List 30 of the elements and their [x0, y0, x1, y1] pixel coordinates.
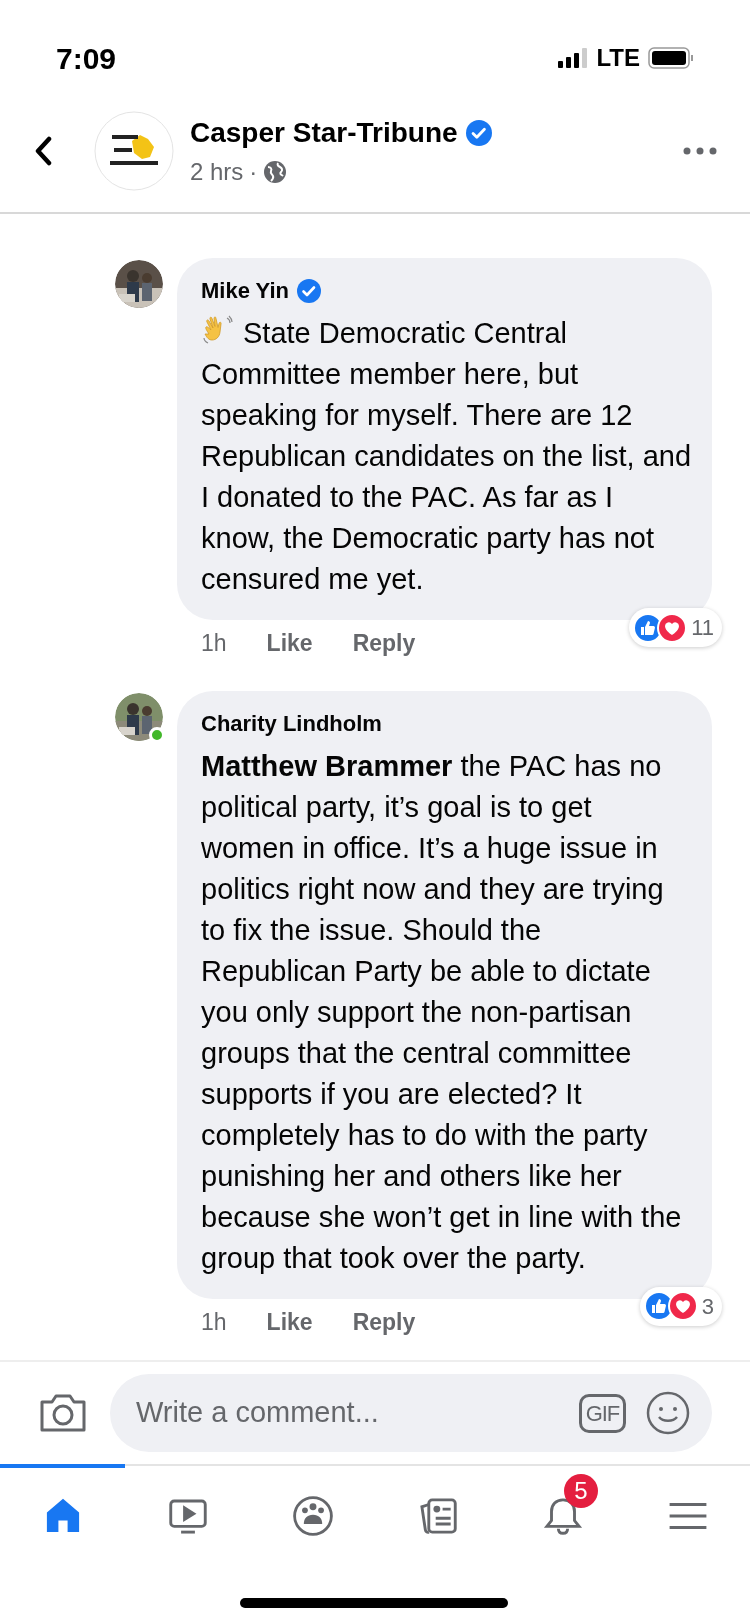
- comment-field[interactable]: Write a comment... GIF: [110, 1374, 712, 1452]
- nav-tab[interactable]: 5: [500, 1464, 625, 1564]
- comment-time: 1h: [201, 1307, 227, 1337]
- page-logo[interactable]: [94, 111, 174, 191]
- comment-text: State Democratic Central Committee member here, but speaking for myself. There are 12 Republican candidates on the list, and I donated to the PAC. As far as I know, the Democratic party has not censured me yet.: [201, 313, 692, 600]
- more-icon: [683, 147, 717, 155]
- separator-dot: ·: [249, 157, 258, 187]
- page-name[interactable]: Casper Star-Tribune: [190, 112, 458, 154]
- reaction-summary[interactable]: 11: [629, 608, 722, 647]
- globe-icon: [263, 160, 288, 184]
- notification-badge: 5: [564, 1474, 598, 1508]
- comment-author[interactable]: Charity Lindholm: [201, 706, 382, 740]
- gif-button[interactable]: GIF: [578, 1393, 626, 1433]
- reaction-summary[interactable]: 3: [639, 1286, 722, 1326]
- comment-time: 1h: [201, 629, 227, 658]
- post-time: 2 hrs: [190, 157, 244, 187]
- comment-text: Matthew Brammer the PAC has no political party, it’s goal is to get women in office. It’s a huge issue in politics right now and they are trying to fix the issue. Should the Republican Party be able to dictate you only support the non-partisan groups that the central committee supports if you are elected? It completely has to do with the party punishing her and others like her because she won’t get in line with the group that took over the party.: [201, 748, 683, 1276]
- battery-icon: [648, 47, 694, 69]
- like-link[interactable]: Like: [266, 626, 313, 661]
- like-link[interactable]: Like: [266, 1304, 313, 1339]
- emoji-icon[interactable]: [646, 1391, 690, 1435]
- camera-icon[interactable]: [38, 1392, 88, 1434]
- reply-link[interactable]: Reply: [352, 1304, 416, 1339]
- reaction-count: 3: [701, 1292, 714, 1321]
- comment-author[interactable]: Mike Yin: [201, 274, 290, 307]
- reply-link[interactable]: Reply: [352, 626, 416, 661]
- reaction-count: 11: [691, 614, 714, 642]
- signal-icon: [558, 48, 589, 68]
- network-label: LTE: [596, 43, 640, 73]
- status-time: 7:09: [56, 40, 117, 77]
